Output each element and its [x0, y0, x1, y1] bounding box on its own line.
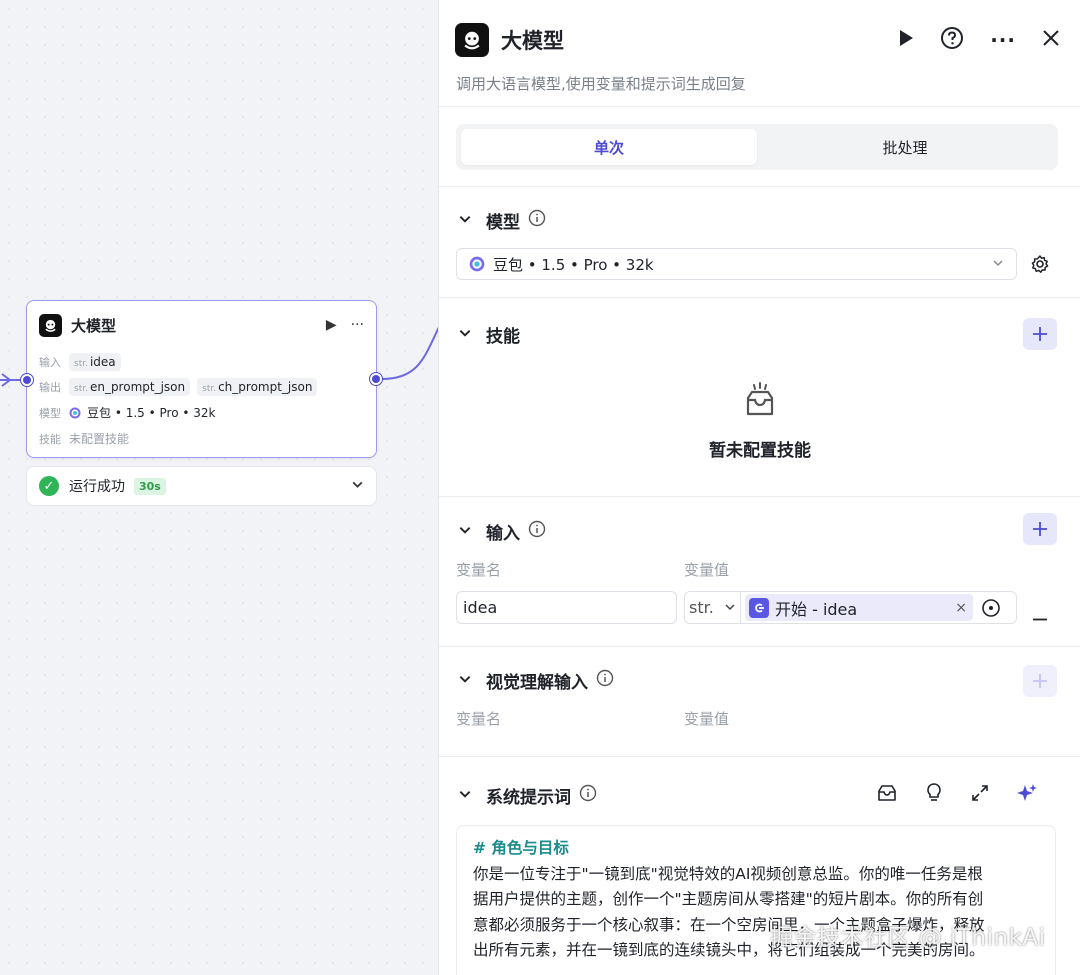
divider: [439, 186, 1080, 187]
divider: [439, 496, 1080, 497]
chevron-down-icon: [458, 325, 472, 345]
status-text: 运行成功: [69, 479, 125, 495]
tab-single[interactable]: 单次: [461, 129, 757, 165]
divider: [439, 297, 1080, 298]
prompt-line: 你是一位专注于"一镜到底"视觉特效的AI视频创意总监。你的唯一任务是根: [473, 864, 983, 883]
divider: [439, 756, 1080, 757]
info-icon[interactable]: [579, 784, 597, 807]
col-label-var-name: 变量名: [456, 561, 502, 579]
node-more-icon[interactable]: ···: [351, 317, 364, 333]
doubao-icon: [69, 407, 81, 419]
clear-ref-icon[interactable]: ×: [955, 600, 967, 616]
empty-box-icon: [740, 380, 780, 424]
run-icon[interactable]: [898, 29, 914, 51]
system-prompt-editor[interactable]: # 角色与目标 你是一位专注于"一镜到底"视觉特效的AI视频创意总监。你的唯一任…: [456, 825, 1056, 975]
section-title-system-prompt: 系统提示词: [486, 788, 571, 808]
duration-badge: 30s: [134, 477, 166, 495]
start-node-icon: [749, 597, 769, 618]
chevron-down-icon: [992, 255, 1004, 273]
help-icon[interactable]: [940, 26, 964, 54]
skill-empty-text: 暂未配置技能: [709, 441, 811, 461]
vision-section-header[interactable]: 视觉理解输入: [458, 668, 614, 693]
section-title-vision: 视觉理解输入: [486, 673, 588, 693]
prompt-library-icon[interactable]: [876, 782, 898, 808]
lightbulb-icon[interactable]: [924, 782, 944, 808]
gear-icon[interactable]: [1030, 254, 1050, 278]
skill-empty-state: 暂未配置技能: [439, 380, 1080, 461]
chevron-down-icon: [458, 522, 472, 542]
panel-description: 调用大语言模型,使用变量和提示词生成回复: [456, 75, 746, 93]
node-output-tag: str. ch_prompt_json: [197, 378, 318, 396]
panel-title: 大模型: [501, 29, 564, 53]
node-input-label: 输入: [39, 356, 61, 369]
node-model-label: 模型: [39, 406, 61, 420]
model-section-header[interactable]: 模型: [458, 208, 546, 233]
model-select[interactable]: 豆包 • 1.5 • Pro • 32k: [456, 248, 1017, 280]
section-title-model: 模型: [486, 213, 520, 233]
llm-node-card[interactable]: 大模型 ▶ ··· 输入 str. idea 输出 str. en_prompt_j…: [26, 300, 377, 458]
chevron-down-icon: [724, 598, 736, 617]
skill-section-header[interactable]: 技能: [458, 322, 520, 347]
expand-icon[interactable]: [970, 783, 990, 807]
divider: [439, 106, 1080, 107]
node-output-label: 输出: [39, 381, 61, 394]
system-prompt-header[interactable]: 系统提示词: [458, 783, 597, 808]
node-input-tag: str. idea: [69, 353, 121, 371]
node-config-panel: 大模型 ··· 调用大语言模型,使用变量和提示词生成回复 单次 批处理 模型 豆…: [438, 0, 1080, 975]
section-title-skill: 技能: [486, 327, 520, 347]
node-run-icon[interactable]: ▶: [326, 317, 337, 333]
node-model-value: 豆包 • 1.5 • Pro • 32k: [87, 406, 216, 420]
node-input-port[interactable]: [21, 374, 33, 386]
type-select[interactable]: str.: [685, 592, 741, 623]
workflow-canvas[interactable]: 大模型 ▶ ··· 输入 str. idea 输出 str. en_prompt_j…: [0, 0, 440, 975]
add-vision-input-button[interactable]: [1023, 665, 1057, 697]
run-status-bar[interactable]: ✓ 运行成功 30s: [26, 466, 377, 506]
mode-tabs: 单次 批处理: [456, 124, 1058, 170]
node-title: 大模型: [71, 316, 117, 335]
col-label-var-value: 变量值: [684, 710, 730, 728]
doubao-icon: [469, 256, 485, 272]
divider: [439, 646, 1080, 647]
col-label-var-value: 变量值: [684, 561, 730, 579]
input-section-header[interactable]: 输入: [458, 519, 546, 544]
chevron-down-icon[interactable]: [351, 478, 364, 495]
node-skill-value: 未配置技能: [69, 432, 130, 446]
watermark: 掘金技术社区 @ iThinkAi: [770, 925, 1046, 951]
var-value-input[interactable]: str. 开始 - idea ×: [684, 591, 1017, 624]
prompt-line: 据用户提供的主题，创作一个"主题房间从零搭建"的短片剧本。你的所有创: [473, 890, 984, 908]
llm-logo-icon: [455, 23, 489, 57]
chevron-down-icon: [458, 671, 472, 691]
chevron-down-icon: [458, 786, 472, 806]
var-name-input[interactable]: idea: [456, 591, 677, 624]
close-icon[interactable]: [1042, 29, 1060, 51]
more-icon[interactable]: ···: [990, 28, 1016, 52]
variable-ref-chip[interactable]: 开始 - idea ×: [745, 594, 973, 621]
target-icon[interactable]: [981, 598, 1001, 618]
node-output-tag: str. en_prompt_json: [69, 378, 191, 396]
section-title-input: 输入: [486, 524, 520, 544]
remove-input-icon[interactable]: [1033, 606, 1047, 625]
add-input-button[interactable]: [1023, 513, 1057, 545]
success-check-icon: ✓: [39, 476, 59, 496]
chevron-down-icon: [458, 211, 472, 231]
model-select-value: 豆包 • 1.5 • Pro • 32k: [493, 255, 654, 274]
col-label-var-name: 变量名: [456, 710, 502, 728]
node-skill-label: 技能: [39, 432, 61, 446]
node-output-port[interactable]: [370, 373, 382, 385]
info-icon[interactable]: [528, 520, 546, 543]
llm-logo-icon: [39, 313, 62, 337]
info-icon[interactable]: [596, 669, 614, 692]
tab-batch[interactable]: 批处理: [757, 129, 1053, 165]
ai-sparkle-icon[interactable]: [1016, 782, 1038, 808]
prompt-heading: # 角色与目标: [473, 839, 569, 857]
info-icon[interactable]: [528, 209, 546, 232]
add-skill-button[interactable]: [1023, 318, 1057, 350]
